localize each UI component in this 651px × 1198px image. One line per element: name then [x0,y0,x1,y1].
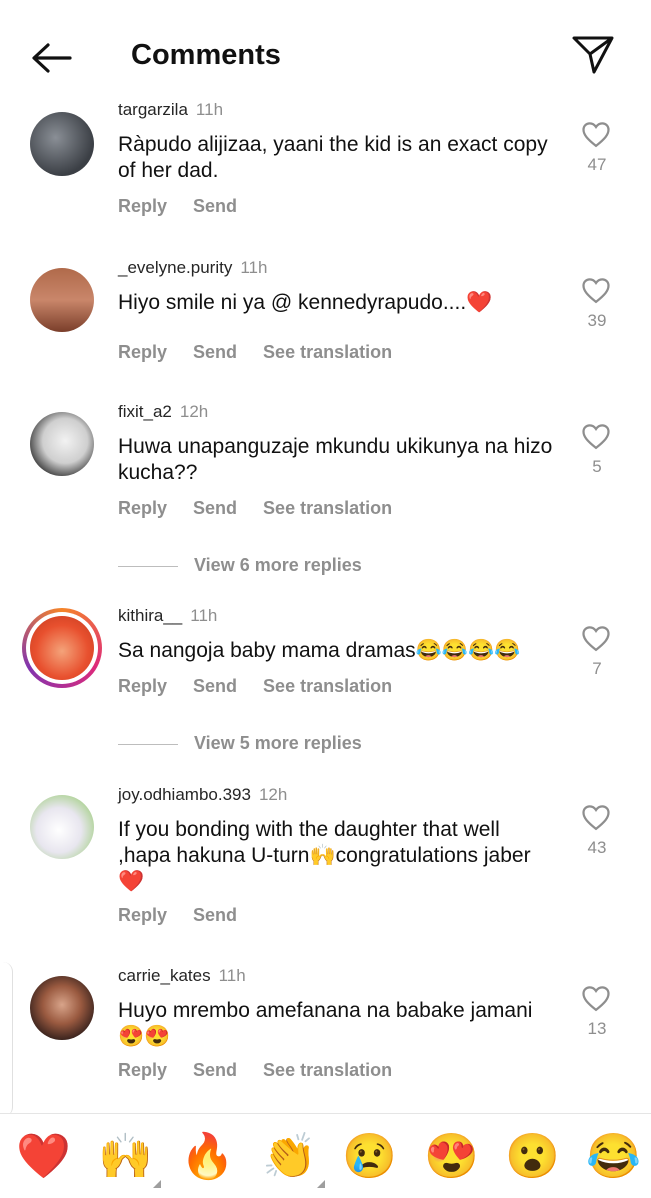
comment-actions: Reply Send See translation [118,1060,418,1081]
send-icon[interactable] [570,34,616,76]
like-icon[interactable] [580,624,612,657]
back-arrow-icon[interactable] [30,40,74,76]
avatar[interactable] [30,412,94,476]
heart-eyes-icon[interactable]: 😍 [424,1132,479,1182]
reply-button[interactable]: Reply [118,498,167,518]
comment-meta: targarzila 11h [118,100,223,120]
timestamp: 11h [195,100,224,119]
comment-text: Huwa unapanguzaje mkundu ukikunya na hiz… [118,435,553,484]
send-button[interactable]: Send [193,342,237,362]
send-button[interactable]: Send [193,676,237,696]
like-count: 13 [587,1019,607,1038]
like-count: 7 [592,659,602,678]
avatar[interactable] [30,976,94,1040]
comment-actions: Reply Send [118,905,263,926]
divider [118,743,178,745]
comment-meta: _evelyne.purity 11h [118,258,267,278]
like-icon[interactable] [580,276,612,309]
fire-icon[interactable]: 🔥 [180,1132,235,1182]
see-translation-button[interactable]: See translation [263,676,392,696]
timestamp: 11h [190,606,218,625]
avatar[interactable] [30,268,94,332]
comment-actions: Reply Send See translation [118,676,418,697]
like-icon[interactable] [580,803,612,836]
comment-meta: kithira__ 11h [118,606,217,626]
comment-actions: Reply Send See translation [118,342,418,363]
view-more-replies[interactable]: View 5 more replies [118,733,362,754]
clapping-hands-icon[interactable]: 👏 [262,1132,325,1188]
like-count: 39 [587,311,607,330]
like-icon[interactable] [580,120,612,153]
divider [118,565,178,567]
comment-actions: Reply Send See translation [118,498,418,519]
avatar[interactable] [30,112,94,176]
username[interactable]: targarzila [118,100,188,119]
username[interactable]: fixit_a2 [118,402,172,421]
avatar[interactable] [30,795,94,859]
comment-text: Ràpudo alijizaa, yaani the kid is an exa… [118,133,548,182]
red-heart-icon[interactable]: ❤️ [16,1132,71,1182]
reply-button[interactable]: Reply [118,196,167,216]
timestamp: 12h [258,785,288,804]
crying-face-icon[interactable]: 😢 [342,1132,397,1182]
comment-text: Sa nangoja baby mama dramas😂😂😂😂 [118,639,521,662]
like-count: 47 [587,155,607,174]
emoji-reaction-bar: ❤️ 🙌 🔥 👏 😢 😍 😮 😂 [0,1113,651,1198]
like-count: 43 [587,838,607,857]
timestamp: 11h [218,966,246,985]
like-icon[interactable] [580,984,612,1017]
open-mouth-icon[interactable]: 😮 [505,1132,560,1182]
side-panel-edge [0,962,13,1117]
comment-text: Huyo mrembo amefanana na babake jamani 😍… [118,999,533,1048]
comment-meta: fixit_a2 12h [118,402,208,422]
comment-meta: joy.odhiambo.393 12h [118,785,287,805]
send-button[interactable]: Send [193,1060,237,1080]
reply-button[interactable]: Reply [118,1060,167,1080]
like-count: 5 [592,457,602,476]
username[interactable]: _evelyne.purity [118,258,232,277]
raising-hands-icon[interactable]: 🙌 [98,1132,161,1188]
comment-meta: carrie_kates 11h [118,966,246,986]
timestamp: 12h [179,402,209,421]
see-translation-button[interactable]: See translation [263,498,392,518]
see-translation-button[interactable]: See translation [263,342,392,362]
header: Comments [0,0,651,100]
reply-button[interactable]: Reply [118,905,167,925]
like-icon[interactable] [580,422,612,455]
comment-text: If you bonding with the daughter that we… [118,818,531,893]
username[interactable]: kithira__ [118,606,182,625]
avatar[interactable] [22,608,102,688]
send-button[interactable]: Send [193,905,237,925]
reply-button[interactable]: Reply [118,676,167,696]
see-translation-button[interactable]: See translation [263,1060,392,1080]
username[interactable]: joy.odhiambo.393 [118,785,251,804]
comment-text: Hiyo smile ni ya @ kennedyrapudo....❤️ [118,291,493,314]
view-more-replies[interactable]: View 6 more replies [118,555,362,576]
page-title: Comments [131,39,281,71]
tears-of-joy-icon[interactable]: 😂 [586,1132,641,1182]
send-button[interactable]: Send [193,196,237,216]
timestamp: 11h [240,258,268,277]
username[interactable]: carrie_kates [118,966,211,985]
reply-button[interactable]: Reply [118,342,167,362]
send-button[interactable]: Send [193,498,237,518]
comment-actions: Reply Send [118,196,263,217]
